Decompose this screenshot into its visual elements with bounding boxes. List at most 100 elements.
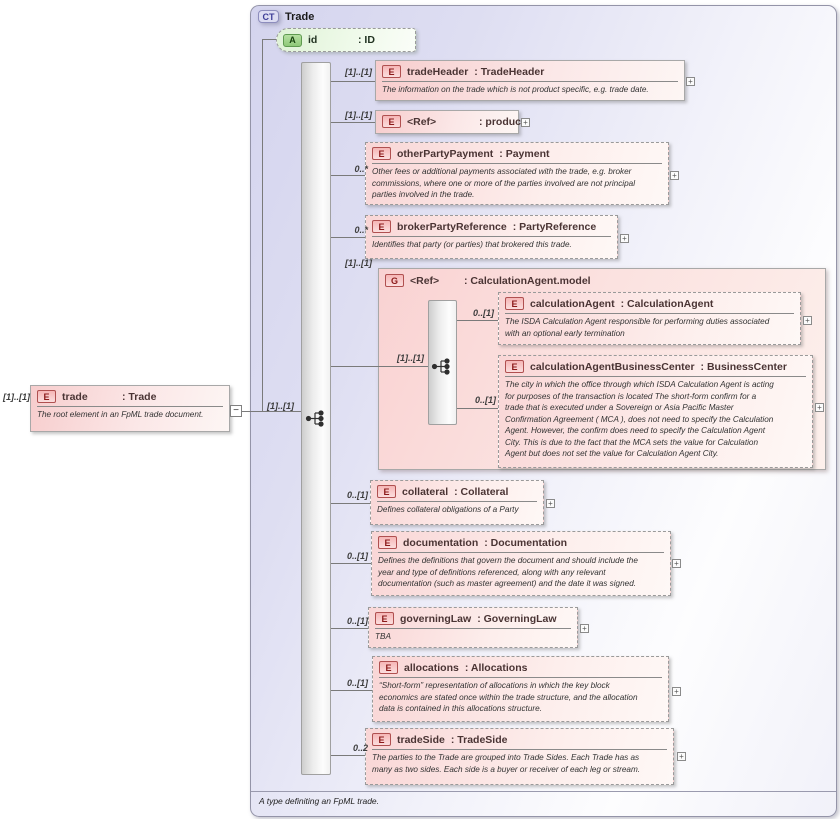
connector-line: [239, 411, 301, 412]
attribute-type: : ID: [358, 34, 375, 46]
collapse-button[interactable]: −: [230, 405, 242, 417]
element-name: documentation: [403, 537, 478, 549]
occurs-label: 0..[1]: [466, 308, 494, 318]
element-name: trade: [62, 391, 116, 403]
element-type: : Collateral: [454, 486, 508, 498]
complex-type-title: Trade: [285, 11, 314, 23]
element-product-ref[interactable]: E <Ref> : product: [375, 110, 519, 134]
element-icon: E: [505, 360, 524, 373]
element-annotation: “Short-form” representation of allocatio…: [373, 678, 668, 717]
element-name: calculationAgent: [530, 298, 615, 310]
connector-line: [331, 755, 365, 756]
element-annotation: The parties to the Trade are grouped int…: [366, 750, 673, 777]
schema-diagram: CT Trade A type definiting an FpML trade…: [0, 0, 840, 819]
element-type: : TradeSide: [451, 734, 508, 746]
element-icon: E: [372, 220, 391, 233]
connector-line: [457, 320, 498, 321]
expand-button[interactable]: +: [672, 687, 681, 696]
element-name: otherPartyPayment: [397, 148, 493, 160]
element-otherPartyPayment[interactable]: E otherPartyPayment : Payment Other fees…: [365, 142, 669, 205]
connector-line: [331, 503, 370, 504]
element-icon: E: [378, 536, 397, 549]
occurs-label: 0..2: [342, 743, 368, 753]
occurs-label: [1]..[1]: [342, 110, 372, 120]
occurs-label: 0..[1]: [340, 678, 368, 688]
element-annotation: Other fees or additional payments associ…: [366, 164, 668, 203]
element-allocations[interactable]: E allocations : Allocations “Short-form”…: [372, 656, 669, 722]
occurs-label: [1]..[1]: [342, 67, 372, 77]
element-name: tradeSide: [397, 734, 445, 746]
expand-button[interactable]: +: [546, 499, 555, 508]
expand-button[interactable]: +: [670, 171, 679, 180]
element-calculationAgent[interactable]: E calculationAgent : CalculationAgent Th…: [498, 292, 801, 345]
connector-line: [331, 237, 365, 238]
element-type: : CalculationAgent: [621, 298, 714, 310]
element-annotation: The root element in an FpML trade docume…: [31, 407, 229, 423]
expand-button[interactable]: +: [686, 77, 695, 86]
element-type: : Allocations: [465, 662, 528, 674]
element-annotation: The ISDA Calculation Agent responsible f…: [499, 314, 800, 341]
element-collateral[interactable]: E collateral : Collateral Defines collat…: [370, 480, 544, 525]
element-annotation: Identifies that party (or parties) that …: [366, 237, 617, 253]
element-brokerPartyReference[interactable]: E brokerPartyReference : PartyReference …: [365, 215, 618, 259]
expand-button[interactable]: +: [815, 403, 824, 412]
connector-line: [331, 628, 368, 629]
element-icon: E: [375, 612, 394, 625]
expand-button[interactable]: +: [580, 624, 589, 633]
element-type: : BusinessCenter: [701, 361, 787, 373]
element-governingLaw[interactable]: E governingLaw : GoverningLaw TBA: [368, 607, 578, 648]
element-name: collateral: [402, 486, 448, 498]
element-type: : TradeHeader: [474, 66, 544, 78]
sequence-icon: [305, 410, 329, 427]
complex-type-annotation: A type definiting an FpML trade.: [251, 791, 836, 815]
element-name: tradeHeader: [407, 66, 468, 78]
group-type: : CalculationAgent.model: [464, 275, 591, 287]
group-icon: G: [385, 274, 404, 287]
element-icon: E: [382, 65, 401, 78]
element-tradeHeader[interactable]: E tradeHeader : TradeHeader The informat…: [375, 60, 685, 101]
attribute-name: id: [308, 34, 352, 46]
element-icon: E: [377, 485, 396, 498]
complex-type-icon: CT: [258, 10, 279, 23]
occurs-label: 0..[1]: [468, 395, 496, 405]
occurs-label-group: [1]..[1]: [342, 258, 372, 268]
expand-button[interactable]: +: [803, 316, 812, 325]
occurs-label: 0..[1]: [340, 616, 368, 626]
element-calculationAgentBusinessCenter[interactable]: E calculationAgentBusinessCenter : Busin…: [498, 355, 813, 468]
element-annotation: TBA: [369, 629, 577, 645]
expand-button[interactable]: +: [521, 118, 530, 127]
element-icon: E: [505, 297, 524, 310]
connector-line: [331, 690, 372, 691]
occurs-label-group-sequence: [1]..[1]: [394, 353, 424, 363]
element-name: brokerPartyReference: [397, 221, 507, 233]
complex-type-header: CT Trade: [258, 10, 314, 23]
element-icon: E: [379, 661, 398, 674]
occurs-label-root: [1]..[1]: [2, 392, 30, 402]
expand-button[interactable]: +: [677, 752, 686, 761]
element-type: : Trade: [122, 391, 156, 403]
element-icon: E: [37, 390, 56, 403]
element-tradeSide[interactable]: E tradeSide : TradeSide The parties to t…: [365, 728, 674, 785]
element-annotation: The city in which the office through whi…: [499, 377, 812, 462]
element-annotation: Defines the definitions that govern the …: [372, 553, 670, 592]
group-name: <Ref>: [410, 275, 458, 287]
element-name: allocations: [404, 662, 459, 674]
connector-line: [331, 366, 428, 367]
element-type: : Documentation: [484, 537, 567, 549]
occurs-label: 0..*: [340, 164, 368, 174]
connector-line: [331, 563, 371, 564]
element-documentation[interactable]: E documentation : Documentation Defines …: [371, 531, 671, 596]
connector-line: [457, 408, 498, 409]
element-name: governingLaw: [400, 613, 471, 625]
element-trade[interactable]: E trade : Trade The root element in an F…: [30, 385, 230, 432]
connector-line: [331, 122, 375, 123]
element-icon: E: [382, 115, 401, 128]
element-name: <Ref>: [407, 116, 473, 128]
connector-line: [262, 39, 263, 412]
expand-button[interactable]: +: [672, 559, 681, 568]
attribute-id[interactable]: A id : ID: [276, 28, 416, 52]
element-annotation: Defines collateral obligations of a Part…: [371, 502, 543, 518]
expand-button[interactable]: +: [620, 234, 629, 243]
element-type: : PartyReference: [513, 221, 596, 233]
connector-line: [331, 81, 375, 82]
